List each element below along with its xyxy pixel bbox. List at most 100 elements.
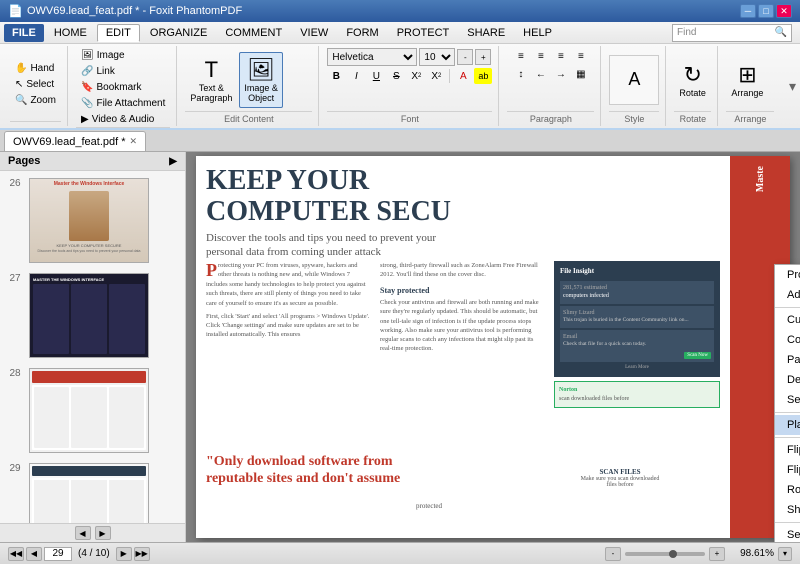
page-thumb-28[interactable]: 28 bbox=[4, 365, 181, 456]
video-audio-button[interactable]: ▶Video & Audio bbox=[76, 112, 170, 127]
menu-help[interactable]: HELP bbox=[515, 24, 560, 42]
pdf-learn-more[interactable]: Learn More bbox=[625, 365, 649, 370]
ribbon-scroll-right[interactable]: ▾ bbox=[789, 46, 796, 126]
sidebar-nav-prev[interactable]: ◀ bbox=[75, 526, 91, 540]
pdf-col-1-text: rotecting your PC from viruses, spyware,… bbox=[206, 262, 366, 307]
search-box[interactable]: Find 🔍 bbox=[672, 24, 792, 42]
thumb-img-26: Master the Windows Interface KEEP YOUR C… bbox=[29, 178, 149, 263]
zoom-button[interactable]: 🔍Zoom bbox=[10, 93, 61, 108]
menu-share[interactable]: SHARE bbox=[459, 24, 513, 42]
font-size-decrement[interactable]: - bbox=[457, 49, 473, 65]
select-button[interactable]: ↖Select bbox=[10, 77, 61, 92]
title-bar-controls: ─ □ ✕ bbox=[740, 4, 792, 18]
close-btn[interactable]: ✕ bbox=[776, 4, 792, 18]
page-info: (4 / 10) bbox=[78, 548, 110, 559]
nav-next-btn[interactable]: ▶ bbox=[116, 547, 132, 561]
page-thumb-29[interactable]: 29 bbox=[4, 460, 181, 523]
thumb-28-header bbox=[32, 371, 146, 383]
text-paragraph-button[interactable]: T Text &Paragraph bbox=[185, 52, 237, 108]
nav-first-btn[interactable]: ◀◀ bbox=[8, 547, 24, 561]
video-icon: ▶ bbox=[81, 114, 89, 125]
align-left-btn[interactable]: ≡ bbox=[512, 48, 530, 64]
pdf-quote: "Only download software from reputable s… bbox=[206, 454, 590, 488]
zoom-out-btn[interactable]: - bbox=[605, 547, 621, 561]
thumb-29-col-2 bbox=[71, 480, 106, 523]
indent-more-btn[interactable]: → bbox=[552, 66, 570, 82]
ctx-place-image[interactable]: Place Image ↗ bbox=[775, 415, 800, 435]
menu-edit[interactable]: EDIT bbox=[97, 24, 140, 42]
font-size-increment[interactable]: + bbox=[475, 49, 491, 65]
doc-tab-close[interactable]: ✕ bbox=[130, 136, 138, 147]
nav-last-btn[interactable]: ▶▶ bbox=[134, 547, 150, 561]
scan-now-btn[interactable]: Scan Now bbox=[684, 352, 711, 359]
ctx-properties-label: Properties... bbox=[787, 269, 800, 281]
ctx-select-all[interactable]: Select All Ctrl+A bbox=[775, 390, 800, 410]
menu-view[interactable]: VIEW bbox=[292, 24, 336, 42]
sidebar-collapse-icon[interactable]: ▶ bbox=[169, 156, 177, 167]
menu-organize[interactable]: ORGANIZE bbox=[142, 24, 215, 42]
ctx-cut[interactable]: Cut Ctrl+X bbox=[775, 310, 800, 330]
image-button[interactable]: 🖼Image bbox=[76, 48, 170, 63]
italic-button[interactable]: I bbox=[347, 68, 365, 84]
ctx-rotate-selected[interactable]: Rotate Selected Objects bbox=[775, 480, 800, 500]
file-attachment-button[interactable]: 📎File Attachment bbox=[76, 96, 170, 111]
arrange-button[interactable]: ⊞ Arrange bbox=[726, 52, 768, 108]
ribbon-group-rotate: ↻ Rotate Rotate bbox=[668, 46, 718, 126]
menu-form[interactable]: FORM bbox=[338, 24, 386, 42]
zoom-slider[interactable] bbox=[625, 552, 705, 556]
superscript-button[interactable]: X2 bbox=[407, 68, 425, 84]
align-right-btn[interactable]: ≡ bbox=[552, 48, 570, 64]
font-size-select[interactable]: 10 bbox=[419, 48, 455, 66]
font-color-btn[interactable]: A bbox=[454, 68, 472, 84]
ribbon-expand-icon[interactable]: ▾ bbox=[789, 78, 796, 95]
pdf-col-1-text2: First, click 'Start' and select 'All pro… bbox=[206, 312, 372, 339]
rotate-button[interactable]: ↻ Rotate bbox=[674, 52, 711, 108]
line-spacing-btn[interactable]: ↕ bbox=[512, 66, 530, 82]
minimize-btn[interactable]: ─ bbox=[740, 4, 756, 18]
ctx-copy[interactable]: Copy Ctrl+C bbox=[775, 330, 800, 350]
document-tab[interactable]: OWV69.lead_feat.pdf * ✕ bbox=[4, 131, 146, 151]
align-center-btn[interactable]: ≡ bbox=[532, 48, 550, 64]
ctx-add-textobject[interactable]: Add a TextObject bbox=[775, 285, 800, 305]
pdf-view[interactable]: Maste KEEP YOUR COMPUTER SECU Discover t… bbox=[186, 152, 800, 542]
image-icon: 🖼 bbox=[81, 50, 94, 61]
menu-comment[interactable]: COMMENT bbox=[217, 24, 290, 42]
ctx-paste[interactable]: Paste Ctrl+V bbox=[775, 350, 800, 370]
align-row-2: ↕ ← → ▦ bbox=[512, 66, 590, 82]
zoom-percent-btn[interactable]: ▾ bbox=[778, 547, 792, 561]
ctx-flip-vertical[interactable]: Flip Vertical bbox=[775, 460, 800, 480]
strikethrough-button[interactable]: S bbox=[387, 68, 405, 84]
columns-btn[interactable]: ▦ bbox=[572, 66, 590, 82]
ctx-delete[interactable]: Delete bbox=[775, 370, 800, 390]
underline-button[interactable]: U bbox=[367, 68, 385, 84]
page-thumb-26[interactable]: 26 Master the Windows Interface KEEP YOU… bbox=[4, 175, 181, 266]
page-thumb-27[interactable]: 27 MASTER THE WINDOWS INTERFACE bbox=[4, 270, 181, 361]
bold-button[interactable]: B bbox=[327, 68, 345, 84]
pdf-content: Maste KEEP YOUR COMPUTER SECU Discover t… bbox=[196, 156, 790, 538]
link-button[interactable]: 🔗Link bbox=[76, 64, 170, 79]
ribbon-small-insert: 🖼Image 🔗Link 🔖Bookmark 📎File Attachment … bbox=[76, 48, 170, 127]
font-family-select[interactable]: Helvetica bbox=[327, 48, 417, 66]
highlight-btn[interactable]: ab bbox=[474, 68, 492, 84]
thumb-27-content: MASTER THE WINDOWS INTERFACE bbox=[30, 274, 148, 357]
menu-file[interactable]: FILE bbox=[4, 24, 44, 42]
maximize-btn[interactable]: □ bbox=[758, 4, 774, 18]
align-justify-btn[interactable]: ≡ bbox=[572, 48, 590, 64]
menu-home[interactable]: HOME bbox=[46, 24, 95, 42]
indent-less-btn[interactable]: ← bbox=[532, 66, 550, 82]
page-number-input[interactable] bbox=[44, 547, 72, 561]
bookmark-button[interactable]: 🔖Bookmark bbox=[76, 80, 170, 95]
subscript-button[interactable]: X2 bbox=[427, 68, 445, 84]
ribbon-group-arrange-label: Arrange bbox=[726, 111, 774, 124]
zoom-in-btn[interactable]: + bbox=[709, 547, 725, 561]
ctx-shear-selected[interactable]: Shear Selected Objects bbox=[775, 500, 800, 520]
sidebar-nav-next[interactable]: ▶ bbox=[95, 526, 111, 540]
hand-button[interactable]: ✋Hand bbox=[10, 61, 61, 76]
image-object-button[interactable]: 🖼 Image &Object bbox=[239, 52, 283, 108]
ctx-flip-horizontal[interactable]: Flip Horizontal bbox=[775, 440, 800, 460]
menu-protect[interactable]: PROTECT bbox=[389, 24, 458, 42]
ctx-set-background[interactable]: Set to Background bbox=[775, 525, 800, 542]
nav-prev-btn[interactable]: ◀ bbox=[26, 547, 42, 561]
style-preview[interactable]: A bbox=[609, 55, 659, 105]
ctx-properties[interactable]: Properties... bbox=[775, 265, 800, 285]
